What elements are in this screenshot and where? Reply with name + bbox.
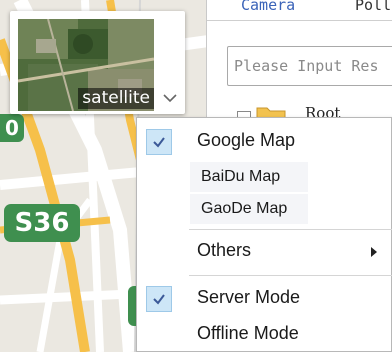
menu-item-offline-mode[interactable]: Offline Mode xyxy=(137,317,392,351)
submenu-arrow-icon xyxy=(371,247,377,257)
menu-item-label: Others xyxy=(197,240,252,260)
checkmark-icon xyxy=(146,129,172,155)
tab-camera[interactable]: Camera xyxy=(241,0,295,14)
menu-item-label: GaoDe Map xyxy=(201,200,288,217)
menu-item-google-map[interactable]: Google Map xyxy=(137,124,392,158)
tab-poll[interactable]: Poll xyxy=(355,0,391,14)
menu-item-gaode-map[interactable]: GaoDe Map xyxy=(137,194,392,228)
satellite-label: satellite xyxy=(78,88,154,109)
route-badge-s36: S36 xyxy=(4,204,80,242)
checkmark-icon xyxy=(146,286,172,312)
menu-separator xyxy=(189,275,392,276)
search-input[interactable] xyxy=(227,46,392,86)
menu-item-baidu-map[interactable]: BaiDu Map xyxy=(137,162,392,196)
menu-item-label: Offline Mode xyxy=(197,323,299,343)
chevron-down-icon[interactable] xyxy=(162,91,178,105)
menu-item-label: Server Mode xyxy=(197,287,301,307)
menu-separator xyxy=(189,229,392,230)
menu-item-server-mode[interactable]: Server Mode xyxy=(137,281,392,315)
menu-item-others[interactable]: Others xyxy=(137,234,392,268)
panel-tab-bar: Camera Poll xyxy=(207,0,392,21)
route-badge-0: 0 xyxy=(0,114,24,142)
menu-item-label: Google Map xyxy=(197,130,296,150)
map-context-menu: Google Map BaiDu Map GaoDe Map Others Se… xyxy=(136,117,392,352)
map-type-selector[interactable]: satellite xyxy=(10,11,185,114)
menu-item-label: BaiDu Map xyxy=(201,168,281,185)
satellite-thumbnail[interactable]: satellite xyxy=(18,19,154,111)
